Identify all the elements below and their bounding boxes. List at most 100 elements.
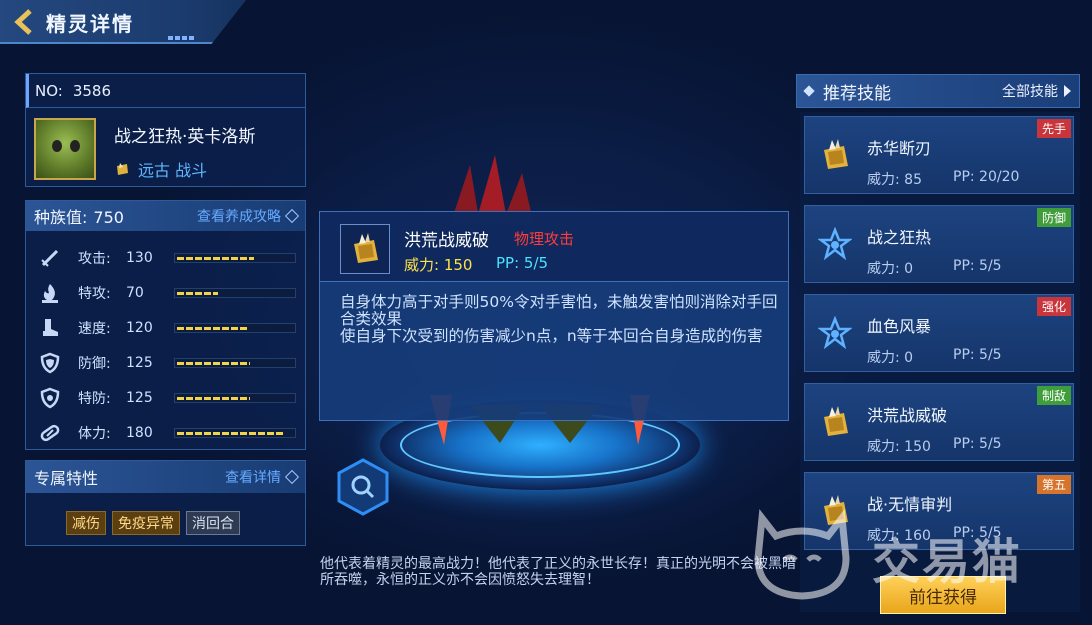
stat-bar-fill <box>177 362 250 365</box>
stat-value: 125 <box>126 390 153 406</box>
skill-card[interactable]: 赤华断刃 威力: 85 PP: 20/20 先手 <box>804 116 1074 194</box>
stat-bar-fill <box>177 292 218 295</box>
stat-name: 攻击: <box>78 251 111 267</box>
stat-row: 特攻: 70 <box>38 279 296 307</box>
skill-badge: 第五 <box>1036 475 1071 494</box>
guide-link-label: 查看养成攻略 <box>197 209 281 225</box>
cat-logo-watermark <box>754 508 850 600</box>
skill-badge: 防御 <box>1036 208 1071 227</box>
skill-card[interactable]: 战之狂热 威力: 0 PP: 5/5 防御 <box>804 205 1074 283</box>
stat-bar-fill <box>177 257 254 260</box>
watermark-text: 交易猫 <box>872 534 1023 590</box>
skill-pp: PP: 5/5 <box>953 258 1002 274</box>
skill-power: 威力: 0 <box>867 350 914 366</box>
skill-detail-icon <box>340 224 390 274</box>
pet-number-row: NO: 3586 <box>26 74 305 108</box>
all-skills-link[interactable]: 全部技能 <box>1002 81 1071 101</box>
stat-value: 125 <box>126 355 153 371</box>
stat-name: 防御: <box>78 356 111 372</box>
skill-badge: 制敌 <box>1036 386 1071 405</box>
boot-icon <box>38 316 62 340</box>
stat-value: 130 <box>126 250 153 266</box>
page-title: 精灵详情 <box>46 12 134 36</box>
capsule-icon <box>38 421 62 445</box>
pet-quote: 他代表着精灵的最高战力！他代表了正义的永世长存！真正的光明不会被黑暗所吞噬，永恒… <box>320 556 796 588</box>
pet-number-label: NO: <box>35 81 63 100</box>
info-diamond-icon <box>284 208 300 224</box>
stat-bar <box>174 358 296 368</box>
skill-power: 威力: 150 <box>867 439 931 455</box>
stat-name: 体力: <box>78 426 111 442</box>
skills-header: 推荐技能 全部技能 <box>796 74 1080 108</box>
skills-title-wrap: 推荐技能 <box>803 79 891 104</box>
sword-icon <box>38 246 62 270</box>
skill-badge: 先手 <box>1036 119 1071 138</box>
guide-link[interactable]: 查看养成攻略 <box>197 206 300 226</box>
pet-info: 战之狂热·英卡洛斯 远古 战斗 <box>114 118 255 181</box>
traits-title: 专属特性 <box>34 469 99 488</box>
stats-header: 种族值: 750 查看养成攻略 <box>26 201 305 231</box>
traits-panel: 专属特性 查看详情 减伤 免疫异常 消回合 <box>25 460 306 546</box>
skill-detail-kind: 物理攻击 <box>514 230 575 248</box>
shield-icon <box>38 351 62 375</box>
element-type-icon <box>117 163 128 175</box>
page-header: 精灵详情 <box>0 0 246 44</box>
traits-header: 专属特性 查看详情 <box>26 461 305 493</box>
stat-bar <box>174 393 296 403</box>
skill-card[interactable]: 洪荒战威破 威力: 150 PP: 5/5 制敌 <box>804 383 1074 461</box>
skill-name: 战·无情审判 <box>867 495 953 514</box>
chevron-left-icon <box>14 9 32 35</box>
skill-name: 血色风暴 <box>867 317 932 336</box>
skill-name: 赤华断刃 <box>867 139 932 158</box>
skill-effect-2: 使自身下次受到的伤害减少n点，n等于本回合自身造成的伤害 <box>340 327 763 345</box>
diamond-icon <box>803 85 815 97</box>
stat-value: 70 <box>126 285 144 301</box>
pet-avatar <box>34 118 96 180</box>
stat-row: 特防: 125 <box>38 384 296 412</box>
crystal-icon <box>354 233 378 263</box>
pet-type-label: 远古 战斗 <box>138 161 208 180</box>
stats-total: 种族值: 750 <box>34 204 124 228</box>
skill-pp: PP: 5/5 <box>953 347 1002 363</box>
trait-tags: 减伤 免疫异常 消回合 <box>66 511 240 535</box>
arrow-right-icon <box>1064 85 1071 97</box>
stat-value: 180 <box>126 425 153 441</box>
star-icon <box>815 313 855 353</box>
crystal-icon <box>815 135 855 175</box>
stats-panel: 种族值: 750 查看养成攻略 攻击: 130 特攻: 70 速度: 120 防御: 125 特防… <box>25 200 306 450</box>
skills-title: 推荐技能 <box>823 83 891 104</box>
trait-tag: 减伤 <box>66 511 106 535</box>
skill-detail-name: 洪荒战威破 <box>404 231 489 251</box>
stat-row: 防御: 125 <box>38 349 296 377</box>
magic-shield-icon <box>38 386 62 410</box>
stat-bar <box>174 288 296 298</box>
trait-tag: 免疫异常 <box>112 511 180 535</box>
stat-bar-fill <box>177 397 250 400</box>
skill-power: 威力: 0 <box>867 261 914 277</box>
stat-row: 攻击: 130 <box>38 244 296 272</box>
skill-detail-popup: 洪荒战威破 物理攻击 威力: 150 PP: 5/5 自身体力高于对手则50%令… <box>319 211 789 421</box>
zoom-button[interactable] <box>335 458 391 516</box>
skill-power: 威力: 85 <box>867 172 922 188</box>
hexagon-search-icon <box>337 458 389 516</box>
info-diamond-icon <box>284 469 300 485</box>
pet-type: 远古 战斗 <box>114 157 255 181</box>
skill-badge: 强化 <box>1036 297 1071 316</box>
trait-details-link[interactable]: 查看详情 <box>225 467 300 487</box>
skill-detail-power: 威力: 150 <box>404 256 473 274</box>
pet-name: 战之狂热·英卡洛斯 <box>114 127 256 147</box>
trait-tag: 消回合 <box>186 511 240 535</box>
skill-effect-1: 自身体力高于对手则50%令对手害怕，未触发害怕则消除对手回合类效果 <box>340 293 778 328</box>
stat-bar <box>174 428 296 438</box>
skill-pp: PP: 5/5 <box>953 436 1002 452</box>
back-button[interactable] <box>8 6 38 38</box>
stat-bar <box>174 253 296 263</box>
pet-summary: 战之狂热·英卡洛斯 远古 战斗 <box>26 108 305 191</box>
pet-number-value: 3586 <box>72 81 112 100</box>
stat-name: 特攻: <box>78 286 111 302</box>
skill-card[interactable]: 血色风暴威力: 0 PP: 5/5 强化 <box>804 294 1074 372</box>
stat-bar-fill <box>177 432 283 435</box>
trait-details-label: 查看详情 <box>225 470 281 486</box>
pet-id-panel: NO: 3586 战之狂热·英卡洛斯 远古 战斗 <box>25 73 306 187</box>
stat-value: 120 <box>126 320 153 336</box>
